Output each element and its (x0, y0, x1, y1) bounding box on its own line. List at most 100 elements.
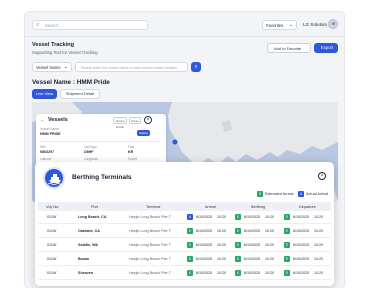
vessel-search-placeholder: Please enter the vessel name to view cur… (81, 65, 178, 70)
status-badge: Sailing (137, 130, 150, 136)
page: ⌕ Search Favorites ⌄ LG Solution Vessel … (0, 0, 369, 288)
dep-time: 10:20 (314, 215, 323, 219)
legend-actual: A Actual Arrival (298, 191, 328, 197)
voy-cell: 011W (47, 215, 57, 219)
flag-label: Flag (128, 145, 135, 149)
arr-status-chip: E (187, 256, 193, 262)
vessel-close-text-button[interactable]: Close (129, 117, 141, 124)
dep-date: 6/10/2025 (293, 271, 309, 275)
dep-status-chip: E (284, 270, 290, 276)
arr-date: 6/10/2025 (196, 215, 212, 219)
ber-status-chip: E (235, 228, 241, 234)
dep-status-chip: E (284, 242, 290, 248)
dep-time: 10:20 (314, 243, 323, 247)
vessel-name-value: HMM PRIDE (40, 132, 61, 136)
port-cell: Seattle, WA (78, 243, 99, 247)
table-row[interactable]: 011W Shenzen Hanjin Long Beach Pier T E 6/10… (38, 267, 331, 280)
vessel-name-label: Vessel Name (40, 127, 59, 131)
vessel-detail-button[interactable]: Vessel Detail (113, 117, 127, 129)
ber-status-chip: E (235, 242, 241, 248)
ber-date: 6/10/2025 (244, 215, 260, 219)
ber-status-chip: E (235, 256, 241, 262)
ber-status-chip: E (235, 214, 241, 220)
page-title: Vessel Tracking (32, 42, 74, 48)
close-icon[interactable]: × (318, 172, 326, 180)
ber-date: 6/10/2025 (244, 229, 260, 233)
arr-time: 10:20 (217, 229, 226, 233)
favorites-dropdown[interactable]: Favorites ⌄ (262, 20, 297, 30)
call-sign-label: Call Sign (84, 145, 97, 149)
page-subtitle: Supporting Text for Vessel Tracking (32, 50, 98, 55)
close-icon[interactable]: × (144, 116, 152, 124)
ship-icon (43, 167, 65, 189)
col-port: Port (91, 204, 98, 209)
table-row[interactable]: 011W Oakland, CA Hanjin Long Beach Pier T E… (38, 225, 331, 238)
terminal-cell: Hanjin Long Beach Pier T (129, 215, 171, 219)
port-cell: Shenzen (78, 271, 94, 275)
vessel-marker-icon (172, 139, 178, 145)
ber-time: 10:20 (265, 229, 274, 233)
col-departure: Departure (299, 204, 316, 209)
ber-date: 6/10/2025 (244, 271, 260, 275)
search-type-value: Vessel Name (36, 65, 61, 70)
voy-cell: 011W (47, 271, 57, 275)
vessel-card-header: ← Vessels (40, 117, 68, 123)
port-cell: Long Beach, CA (78, 215, 107, 219)
ber-time: 10:20 (265, 215, 274, 219)
col-voy: Voy No. (46, 204, 60, 209)
dep-date: 6/10/2025 (293, 215, 309, 219)
col-arrival: Arrival (205, 204, 216, 209)
arr-status-chip: E (187, 228, 193, 234)
avatar[interactable] (328, 19, 338, 29)
dep-status-chip: E (284, 228, 290, 234)
ber-time: 10:20 (265, 257, 274, 261)
search-input[interactable]: ⌕ Search (32, 20, 148, 30)
tab-live-view[interactable]: Live View (32, 89, 57, 99)
arr-date: 6/10/2025 (196, 229, 212, 233)
dep-date: 6/10/2025 (293, 229, 309, 233)
dep-status-chip: E (284, 214, 290, 220)
search-placeholder: Search (45, 22, 59, 28)
arr-time: 10:20 (217, 271, 226, 275)
search-icon: ⌕ (36, 22, 40, 28)
speed-label: Speed (128, 157, 138, 161)
tab-shipment-detail[interactable]: Shipment Detail (60, 89, 100, 99)
top-bar: ⌕ Search Favorites ⌄ LG Solution (25, 12, 344, 37)
arr-date: 6/10/2025 (196, 243, 212, 247)
table-header: Voy No. Port Terminal Arrival Berthing D… (38, 202, 331, 211)
terminal-cell: Hanjin Long Beach Pier T (129, 257, 171, 261)
voy-cell: 011W (47, 229, 57, 233)
table-row[interactable]: 011W Long Beach, CA Hanjin Long Beach Pier… (38, 211, 331, 224)
export-label: Export (321, 45, 334, 50)
dep-date: 6/10/2025 (293, 243, 309, 247)
dep-time: 10:20 (314, 257, 323, 261)
table-row[interactable]: 011W Seattle, WA Hanjin Long Beach Pier T E… (38, 239, 331, 252)
imo-label: IMO (40, 145, 47, 149)
table-row[interactable]: 011W Busan Hanjin Long Beach Pier T E 6/10/2… (38, 253, 331, 266)
back-arrow-icon[interactable]: ← (40, 117, 45, 123)
berthing-terminals-panel: Berthing Terminals × E Estimated Arrival … (35, 162, 334, 286)
latitude-label: Latitude (40, 157, 52, 161)
search-type-select[interactable]: Vessel Name ⌄ (32, 62, 72, 72)
vessel-search-input[interactable]: Please enter the vessel name to view cur… (75, 62, 188, 72)
call-sign-value: D8HF (84, 150, 94, 154)
actual-chip: A (298, 191, 304, 197)
search-button[interactable]: ⌕ (191, 62, 201, 72)
imo-value: 9863297 (40, 150, 54, 154)
arr-date: 6/10/2025 (196, 257, 212, 261)
arr-time: 10:20 (217, 257, 226, 261)
arr-time: 10:20 (217, 215, 226, 219)
search-icon: ⌕ (194, 64, 198, 70)
add-to-favorite-button[interactable]: Add to Favorite (267, 43, 311, 53)
export-button[interactable]: Export (314, 43, 338, 53)
flag-value: KR (128, 150, 134, 154)
arr-date: 6/10/2025 (196, 271, 212, 275)
dep-status-chip: E (284, 256, 290, 262)
legend-estimated-label: Estimated Arrival (265, 192, 294, 196)
arr-time: 10:20 (217, 243, 226, 247)
ber-date: 6/10/2025 (244, 257, 260, 261)
arr-status-chip: E (187, 270, 193, 276)
favorites-label: Favorites (266, 23, 284, 28)
port-cell: Oakland, CA (78, 229, 100, 233)
legend-estimated: E Estimated Arrival (257, 191, 294, 197)
